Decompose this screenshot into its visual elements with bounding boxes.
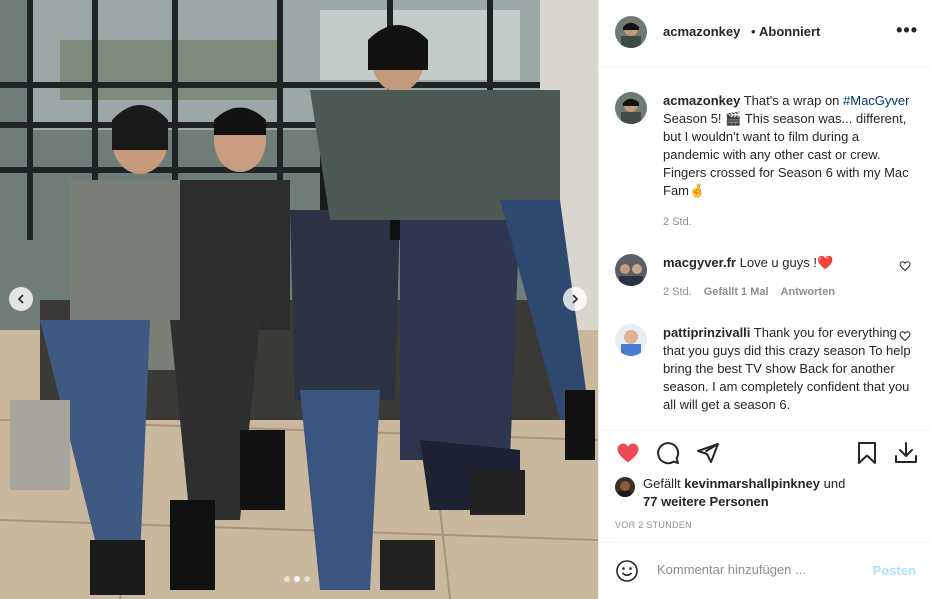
post-comment-button[interactable]: Posten bbox=[873, 563, 916, 578]
post-side-panel: acmazonkey • Abonniert ••• acmazonkey Th… bbox=[598, 0, 931, 599]
more-options-icon[interactable]: ••• bbox=[896, 20, 918, 41]
comments-list[interactable]: acmazonkey That's a wrap on #MacGyver Se… bbox=[599, 68, 931, 430]
carousel-prev-button[interactable] bbox=[9, 287, 33, 311]
carousel-indicator bbox=[284, 576, 310, 582]
reply-button[interactable]: Antworten bbox=[781, 286, 835, 298]
bookmark-icon[interactable] bbox=[855, 441, 879, 465]
like-heart-icon[interactable] bbox=[615, 441, 641, 465]
comment-composer: Posten bbox=[599, 542, 931, 599]
caption-username[interactable]: acmazonkey bbox=[663, 93, 740, 108]
post-header: acmazonkey • Abonniert ••• bbox=[599, 0, 931, 68]
chevron-left-icon bbox=[17, 294, 24, 304]
author-avatar[interactable] bbox=[615, 16, 647, 48]
post-timestamp[interactable]: VOR 2 STUNDEN bbox=[615, 520, 692, 530]
caption-text-before: That's a wrap on bbox=[740, 93, 844, 108]
comment-body: Love u guys !❤️ bbox=[736, 255, 834, 270]
emoji-icon[interactable] bbox=[615, 559, 639, 583]
post-image bbox=[0, 0, 598, 599]
caption-meta: 2 Std. bbox=[663, 216, 692, 228]
comment-meta: 2 Std. Gefällt 1 Mal Antworten bbox=[663, 286, 835, 298]
likes-suffix: und bbox=[820, 476, 846, 491]
comment-username[interactable]: macgyver.fr bbox=[663, 255, 736, 270]
comment-input[interactable] bbox=[655, 561, 859, 578]
carousel-dot-active bbox=[294, 576, 300, 582]
carousel-dot bbox=[304, 576, 310, 582]
likes-prefix: Gefällt bbox=[643, 476, 685, 491]
liker-avatar[interactable] bbox=[615, 477, 635, 497]
action-bar bbox=[599, 430, 931, 465]
comment-likes[interactable]: Gefällt 1 Mal bbox=[704, 286, 769, 298]
follow-status-button[interactable]: Abonniert bbox=[759, 24, 820, 39]
comment-text: macgyver.fr Love u guys !❤️ bbox=[663, 254, 913, 272]
download-icon[interactable] bbox=[893, 441, 919, 465]
comment-text: pattiprinzivalli Thank you for everythin… bbox=[663, 324, 913, 414]
comment-bubble-icon[interactable] bbox=[655, 441, 681, 465]
commenter-avatar[interactable] bbox=[615, 254, 647, 286]
comment-like-icon[interactable] bbox=[899, 260, 911, 272]
liker-username[interactable]: kevinmarshallpinkney bbox=[684, 476, 820, 491]
comment-time[interactable]: 2 Std. bbox=[663, 286, 692, 298]
caption-time[interactable]: 2 Std. bbox=[663, 216, 692, 228]
chevron-right-icon bbox=[572, 294, 579, 304]
caption-text: acmazonkey That's a wrap on #MacGyver Se… bbox=[663, 92, 913, 200]
carousel-dot bbox=[284, 576, 290, 582]
author-username[interactable]: acmazonkey bbox=[663, 24, 740, 39]
likes-line: Gefällt kevinmarshallpinkney und bbox=[643, 475, 845, 493]
commenter-avatar[interactable] bbox=[615, 324, 647, 356]
header-separator: • bbox=[751, 24, 756, 39]
caption-text-after: Season 5! 🎬 This season was... different… bbox=[663, 111, 909, 198]
carousel-next-button[interactable] bbox=[563, 287, 587, 311]
post-photo[interactable] bbox=[0, 0, 598, 599]
hashtag-link[interactable]: #MacGyver bbox=[843, 93, 909, 108]
caption-avatar[interactable] bbox=[615, 92, 647, 124]
comment-username[interactable]: pattiprinzivalli bbox=[663, 325, 750, 340]
share-send-icon[interactable] bbox=[695, 441, 721, 465]
comment-like-icon[interactable] bbox=[899, 330, 911, 342]
likes-others-link[interactable]: 77 weitere Personen bbox=[643, 493, 769, 511]
